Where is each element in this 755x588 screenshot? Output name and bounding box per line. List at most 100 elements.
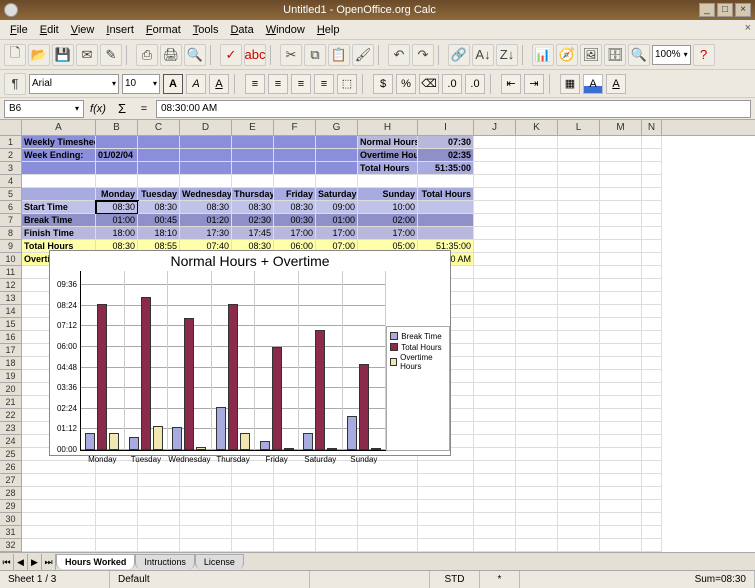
cell-G8[interactable]: 17:00 bbox=[316, 227, 358, 240]
cell-F28[interactable] bbox=[274, 487, 316, 500]
cell-F8[interactable]: 17:00 bbox=[274, 227, 316, 240]
cell-E8[interactable]: 17:45 bbox=[232, 227, 274, 240]
row-header-19[interactable]: 19 bbox=[0, 370, 22, 383]
cell-B7[interactable]: 01:00 bbox=[96, 214, 138, 227]
cell-L26[interactable] bbox=[558, 461, 600, 474]
sort-asc-button[interactable]: A↓ bbox=[472, 44, 494, 66]
cell-B2[interactable]: 01/02/04 bbox=[96, 149, 138, 162]
cell-N25[interactable] bbox=[642, 448, 662, 461]
format-paint-button[interactable]: 🖌 bbox=[352, 44, 374, 66]
cell-J10[interactable] bbox=[474, 253, 516, 266]
cell-E31[interactable] bbox=[232, 526, 274, 539]
cell-M11[interactable] bbox=[600, 266, 642, 279]
cell-J21[interactable] bbox=[474, 396, 516, 409]
borders-button[interactable]: ▦ bbox=[560, 74, 580, 94]
cell-K12[interactable] bbox=[516, 279, 558, 292]
cell-A8[interactable]: Finish Time bbox=[22, 227, 96, 240]
cell-D7[interactable]: 01:20 bbox=[180, 214, 232, 227]
cell-M5[interactable] bbox=[600, 188, 642, 201]
email-button[interactable]: ✉ bbox=[76, 44, 98, 66]
cell-M26[interactable] bbox=[600, 461, 642, 474]
cell-N7[interactable] bbox=[642, 214, 662, 227]
formula-input[interactable]: 08:30:00 AM bbox=[156, 100, 751, 118]
cell-M32[interactable] bbox=[600, 539, 642, 552]
cell-K20[interactable] bbox=[516, 383, 558, 396]
cell-L22[interactable] bbox=[558, 409, 600, 422]
cell-G2[interactable] bbox=[316, 149, 358, 162]
cell-G27[interactable] bbox=[316, 474, 358, 487]
cell-G29[interactable] bbox=[316, 500, 358, 513]
cell-M7[interactable] bbox=[600, 214, 642, 227]
align-right-button[interactable]: ≡ bbox=[291, 74, 311, 94]
row-header-2[interactable]: 2 bbox=[0, 149, 22, 162]
cell-N16[interactable] bbox=[642, 331, 662, 344]
cell-N28[interactable] bbox=[642, 487, 662, 500]
spreadsheet-grid[interactable]: ABCDEFGHIJKLMN 1Weekly TimesheetNormal H… bbox=[0, 120, 755, 552]
cell-A31[interactable] bbox=[22, 526, 96, 539]
cell-N22[interactable] bbox=[642, 409, 662, 422]
autospell-button[interactable]: abc bbox=[244, 44, 266, 66]
sheet-tab-license[interactable]: License bbox=[195, 554, 244, 569]
cell-B6[interactable]: 08:30 bbox=[96, 201, 138, 214]
cell-A4[interactable] bbox=[22, 175, 96, 188]
cell-M1[interactable] bbox=[600, 136, 642, 149]
cell-I7[interactable] bbox=[418, 214, 474, 227]
cell-F27[interactable] bbox=[274, 474, 316, 487]
cell-M16[interactable] bbox=[600, 331, 642, 344]
cell-L31[interactable] bbox=[558, 526, 600, 539]
row-header-10[interactable]: 10 bbox=[0, 253, 22, 266]
cell-G4[interactable] bbox=[316, 175, 358, 188]
cell-H2[interactable]: Overtime Hours bbox=[358, 149, 418, 162]
cell-C3[interactable] bbox=[138, 162, 180, 175]
cell-H4[interactable] bbox=[358, 175, 418, 188]
sheet-tab-intructions[interactable]: Intructions bbox=[135, 554, 195, 569]
sheet-tab-hours-worked[interactable]: Hours Worked bbox=[56, 554, 135, 569]
row-header-1[interactable]: 1 bbox=[0, 136, 22, 149]
cell-N9[interactable] bbox=[642, 240, 662, 253]
row-header-3[interactable]: 3 bbox=[0, 162, 22, 175]
cell-K8[interactable] bbox=[516, 227, 558, 240]
cell-A28[interactable] bbox=[22, 487, 96, 500]
cell-F5[interactable]: Friday bbox=[274, 188, 316, 201]
cell-H32[interactable] bbox=[358, 539, 418, 552]
cell-M2[interactable] bbox=[600, 149, 642, 162]
cell-D3[interactable] bbox=[180, 162, 232, 175]
cell-K15[interactable] bbox=[516, 318, 558, 331]
cell-N20[interactable] bbox=[642, 383, 662, 396]
cell-I32[interactable] bbox=[418, 539, 474, 552]
cell-K13[interactable] bbox=[516, 292, 558, 305]
currency-button[interactable]: $ bbox=[373, 74, 393, 94]
cell-L17[interactable] bbox=[558, 344, 600, 357]
menu-format[interactable]: Format bbox=[140, 22, 187, 38]
cut-button[interactable]: ✂ bbox=[280, 44, 302, 66]
bold-button[interactable]: A bbox=[163, 74, 183, 94]
row-header-21[interactable]: 21 bbox=[0, 396, 22, 409]
cell-M15[interactable] bbox=[600, 318, 642, 331]
cell-I27[interactable] bbox=[418, 474, 474, 487]
cell-N23[interactable] bbox=[642, 422, 662, 435]
cell-J26[interactable] bbox=[474, 461, 516, 474]
cell-H27[interactable] bbox=[358, 474, 418, 487]
cell-N24[interactable] bbox=[642, 435, 662, 448]
cell-K22[interactable] bbox=[516, 409, 558, 422]
hyperlink-button[interactable]: 🔗 bbox=[448, 44, 470, 66]
cell-M14[interactable] bbox=[600, 305, 642, 318]
cell-C28[interactable] bbox=[138, 487, 180, 500]
save-button[interactable]: 💾 bbox=[52, 44, 74, 66]
cell-L18[interactable] bbox=[558, 357, 600, 370]
function-button[interactable]: = bbox=[134, 103, 154, 115]
cell-F7[interactable]: 00:30 bbox=[274, 214, 316, 227]
align-left-button[interactable]: ≡ bbox=[245, 74, 265, 94]
cell-D29[interactable] bbox=[180, 500, 232, 513]
add-decimal-button[interactable]: .0 bbox=[442, 74, 462, 94]
cell-H29[interactable] bbox=[358, 500, 418, 513]
cell-G32[interactable] bbox=[316, 539, 358, 552]
cell-I6[interactable] bbox=[418, 201, 474, 214]
cell-B3[interactable] bbox=[96, 162, 138, 175]
font-name-dropdown[interactable]: Arial▾ bbox=[29, 74, 119, 94]
cell-M21[interactable] bbox=[600, 396, 642, 409]
cell-C5[interactable]: Tuesday bbox=[138, 188, 180, 201]
row-header-23[interactable]: 23 bbox=[0, 422, 22, 435]
select-all-corner[interactable] bbox=[0, 120, 22, 135]
cell-H7[interactable]: 02:00 bbox=[358, 214, 418, 227]
